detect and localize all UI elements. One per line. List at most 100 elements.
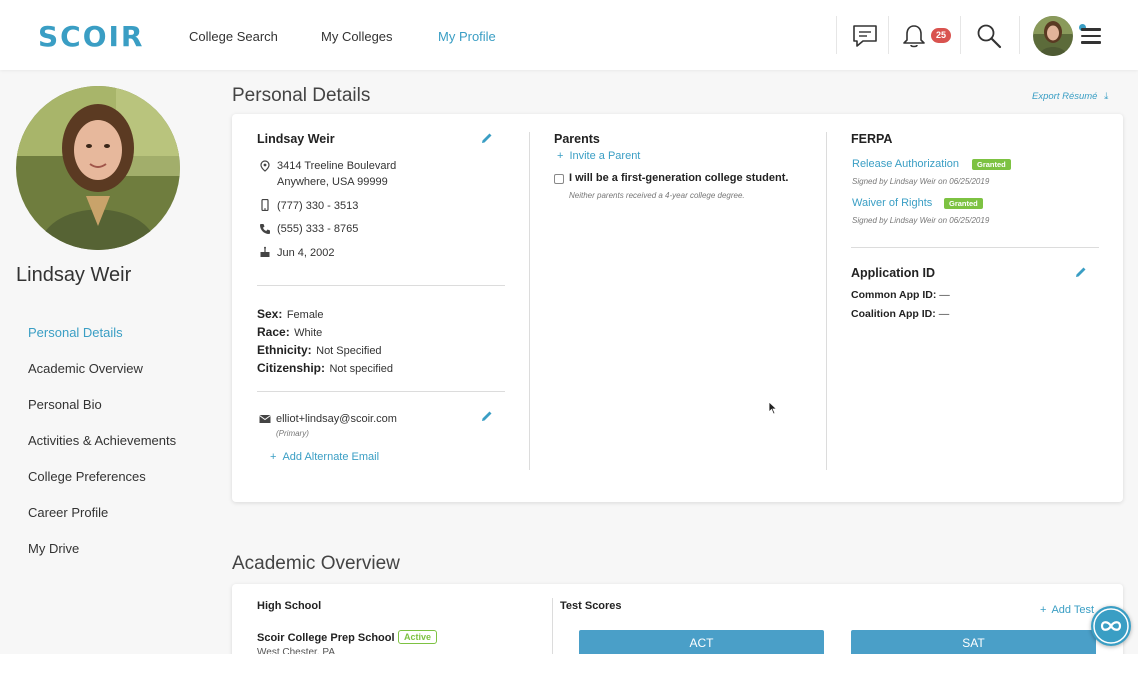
high-school-heading: High School xyxy=(257,600,322,612)
export-resume-label: Export Résumé xyxy=(1032,91,1098,102)
email-type-label: (Primary) xyxy=(276,429,309,438)
location-pin-icon xyxy=(260,160,270,172)
ethnicity-row: Ethnicity: Not Specified xyxy=(257,341,382,359)
waiver-of-rights-link[interactable]: Waiver of Rights xyxy=(852,197,932,209)
header-divider xyxy=(888,16,889,54)
chat-icon[interactable] xyxy=(851,22,879,50)
divider xyxy=(851,247,1099,248)
profile-name: Lindsay Weir xyxy=(16,264,132,286)
menu-icon[interactable] xyxy=(1081,28,1101,44)
plus-icon: + xyxy=(557,150,564,162)
support-chat-button[interactable] xyxy=(1091,606,1131,646)
divider xyxy=(257,391,505,392)
citizenship-row: Citizenship: Not specified xyxy=(257,359,393,377)
scoir-logo[interactable]: SCOIR xyxy=(38,20,145,53)
first-gen-label[interactable]: I will be a first-generation college stu… xyxy=(569,172,788,184)
sidebar-item-activities-achievements[interactable]: Activities & Achievements xyxy=(28,433,176,448)
invite-parent-label: Invite a Parent xyxy=(569,150,641,162)
edit-contact-pencil-icon[interactable] xyxy=(481,132,493,144)
nav-college-search[interactable]: College Search xyxy=(189,29,278,44)
plus-icon: + xyxy=(270,451,277,463)
sidebar-item-career-profile[interactable]: Career Profile xyxy=(28,505,108,520)
plus-icon: + xyxy=(1040,604,1047,616)
infinity-icon xyxy=(1093,608,1129,644)
invite-parent-link[interactable]: + Invite a Parent xyxy=(557,150,640,162)
school-active-badge: Active xyxy=(398,630,438,644)
birthday-cake-icon xyxy=(260,246,270,257)
header-divider xyxy=(1019,16,1020,54)
avatar[interactable] xyxy=(1033,16,1073,56)
header-divider xyxy=(836,16,837,54)
sidebar-item-academic-overview[interactable]: Academic Overview xyxy=(28,361,143,376)
personal-details-card: Lindsay Weir 3414 Treeline Boulevard Any… xyxy=(232,114,1123,502)
contact-name: Lindsay Weir xyxy=(257,132,335,146)
search-icon[interactable] xyxy=(975,22,1003,50)
citizenship-label: Citizenship: xyxy=(257,361,325,375)
bell-icon[interactable] xyxy=(900,22,928,50)
nav-my-profile[interactable]: My Profile xyxy=(438,29,496,44)
sidebar-item-personal-bio[interactable]: Personal Bio xyxy=(28,397,102,412)
personal-details-heading: Personal Details xyxy=(232,85,371,106)
header-divider xyxy=(960,16,961,54)
application-id-heading: Application ID xyxy=(851,266,936,280)
sidebar-item-personal-details[interactable]: Personal Details xyxy=(28,325,123,340)
mobile-number: (777) 330 - 3513 xyxy=(277,200,359,212)
notification-count-badge[interactable]: 25 xyxy=(931,28,951,43)
top-header: SCOIR College Search My Colleges My Prof… xyxy=(0,0,1138,70)
first-gen-checkbox[interactable] xyxy=(554,174,564,184)
add-alternate-email-label: Add Alternate Email xyxy=(282,451,380,463)
ethnicity-value: Not Specified xyxy=(316,345,382,357)
coalition-app-id-value: — xyxy=(938,308,950,320)
school-name: Scoir College Prep School xyxy=(257,632,395,644)
address-line2: Anywhere, USA 99999 xyxy=(277,176,388,188)
primary-email: elliot+lindsay@scoir.com xyxy=(276,413,397,425)
coalition-app-id-label: Coalition App ID: xyxy=(851,308,936,320)
ethnicity-label: Ethnicity: xyxy=(257,343,312,357)
common-app-id-row: Common App ID: — xyxy=(851,289,950,301)
waiver-granted-badge: Granted xyxy=(944,198,983,209)
phone-number: (555) 333 - 8765 xyxy=(277,223,359,235)
birthday: Jun 4, 2002 xyxy=(277,247,335,259)
address-line1: 3414 Treeline Boulevard xyxy=(277,160,397,172)
race-label: Race: xyxy=(257,325,290,339)
phone-icon xyxy=(260,224,270,234)
sidebar-item-my-drive[interactable]: My Drive xyxy=(28,541,79,556)
edit-email-pencil-icon[interactable] xyxy=(481,410,493,422)
email-envelope-icon xyxy=(259,415,271,423)
parents-heading: Parents xyxy=(554,132,600,146)
common-app-id-value: — xyxy=(939,289,950,301)
download-icon: ⤓ xyxy=(1104,91,1109,102)
mobile-phone-icon xyxy=(261,199,269,211)
add-test-label: Add Test xyxy=(1051,604,1095,616)
sex-value: Female xyxy=(286,309,324,321)
coalition-app-id-row: Coalition App ID: — xyxy=(851,308,949,320)
waiver-signed-note: Signed by Lindsay Weir on 06/25/2019 xyxy=(852,216,990,225)
race-row: Race: White xyxy=(257,323,322,341)
profile-photo[interactable] xyxy=(16,86,180,250)
academic-overview-heading: Academic Overview xyxy=(232,553,400,574)
edit-application-id-pencil-icon[interactable] xyxy=(1075,266,1087,278)
tab-act[interactable]: ACT xyxy=(579,630,824,656)
add-test-link[interactable]: + Add Test xyxy=(1040,604,1094,616)
sex-row: Sex: Female xyxy=(257,305,324,323)
citizenship-value: Not specified xyxy=(329,363,394,375)
ferpa-heading: FERPA xyxy=(851,132,893,146)
common-app-id-label: Common App ID: xyxy=(851,289,937,301)
divider xyxy=(257,285,505,286)
race-value: White xyxy=(294,327,323,339)
add-alternate-email-link[interactable]: + Add Alternate Email xyxy=(270,451,379,463)
column-divider xyxy=(529,132,530,470)
first-gen-note: Neither parents received a 4-year colleg… xyxy=(569,191,745,200)
sex-label: Sex: xyxy=(257,307,283,321)
export-resume-link[interactable]: Export Résumé ⤓ xyxy=(1032,91,1108,102)
release-granted-badge: Granted xyxy=(972,159,1011,170)
test-scores-heading: Test Scores xyxy=(560,600,622,612)
mouse-cursor-icon xyxy=(768,401,778,415)
sidebar-item-college-preferences[interactable]: College Preferences xyxy=(28,469,146,484)
column-divider xyxy=(826,132,827,470)
page-bottom-strip xyxy=(0,654,1138,692)
release-signed-note: Signed by Lindsay Weir on 06/25/2019 xyxy=(852,177,990,186)
tab-sat[interactable]: SAT xyxy=(851,630,1096,656)
nav-my-colleges[interactable]: My Colleges xyxy=(321,29,393,44)
release-authorization-link[interactable]: Release Authorization xyxy=(852,158,959,170)
